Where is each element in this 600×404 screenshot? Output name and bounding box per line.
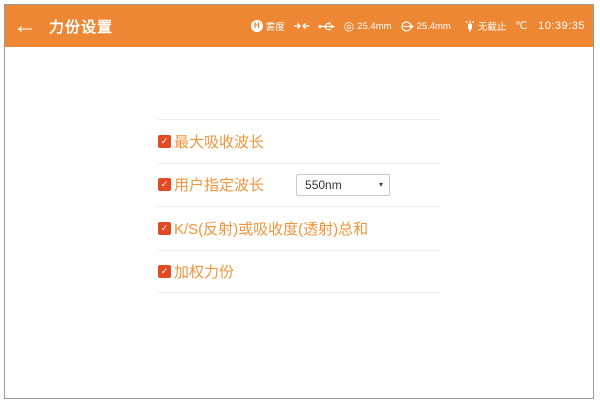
aperture-value: 25.4mm <box>357 21 391 32</box>
checkbox-ks-sum[interactable]: ✓ <box>158 222 171 235</box>
chevron-down-icon: ▾ <box>379 181 383 189</box>
back-arrow-icon: ← <box>13 14 37 38</box>
setting-label: 最大吸收波长 <box>174 131 264 152</box>
aperture-status: ◎ 25.4mm <box>344 20 392 32</box>
check-icon: ✓ <box>161 180 169 189</box>
setting-row-weighted-strength: ✓ 加权力份 <box>158 250 439 294</box>
setting-label: 用户指定波长 <box>174 174 264 195</box>
app-window: ← 力份设置 H 雾度 <box>4 4 594 399</box>
page-title: 力份设置 <box>49 16 113 37</box>
setting-label: K/S(反射)或吸收度(透射)总和 <box>174 218 368 239</box>
haze-label: 雾度 <box>266 19 285 33</box>
checkbox-user-wavelength[interactable]: ✓ <box>158 178 171 191</box>
header-bar: ← 力份设置 H 雾度 <box>5 5 593 47</box>
setting-label: 加权力份 <box>174 261 234 282</box>
uv-lamp-icon <box>465 20 475 32</box>
wavelength-dropdown-value: 550nm <box>305 178 379 192</box>
uv-status: 无截止 <box>465 19 507 33</box>
setting-row-ks-sum: ✓ K/S(反射)或吸收度(透射)总和 <box>158 206 439 250</box>
check-icon: ✓ <box>161 267 169 276</box>
clock: 10:39:35 <box>538 20 585 32</box>
lens-status: 25.4mm <box>401 21 451 32</box>
screen: ← 力份设置 H 雾度 <box>0 0 600 404</box>
status-bar: H 雾度 <box>251 19 593 33</box>
usb-icon <box>318 21 335 32</box>
aperture-icon: ◎ <box>344 20 354 32</box>
wavelength-dropdown[interactable]: 550nm ▾ <box>296 174 390 196</box>
setting-row-max-absorption: ✓ 最大吸收波长 <box>158 119 439 163</box>
connection-icon <box>294 21 309 31</box>
strength-settings-list: ✓ 最大吸收波长 ✓ 用户指定波长 550nm ▾ ✓ K/S(反射)或吸收度(… <box>158 119 439 293</box>
haze-status: H 雾度 <box>251 19 285 33</box>
haze-icon: H <box>251 20 263 32</box>
checkbox-weighted-strength[interactable]: ✓ <box>158 265 171 278</box>
lens-value: 25.4mm <box>417 21 451 32</box>
setting-row-user-wavelength: ✓ 用户指定波长 550nm ▾ <box>158 163 439 207</box>
back-button[interactable]: ← <box>5 5 45 47</box>
lens-icon <box>401 21 414 32</box>
temp-unit: ℃ <box>515 20 527 32</box>
uv-label: 无截止 <box>478 19 507 33</box>
check-icon: ✓ <box>161 137 169 146</box>
check-icon: ✓ <box>161 224 169 233</box>
checkbox-max-absorption[interactable]: ✓ <box>158 135 171 148</box>
